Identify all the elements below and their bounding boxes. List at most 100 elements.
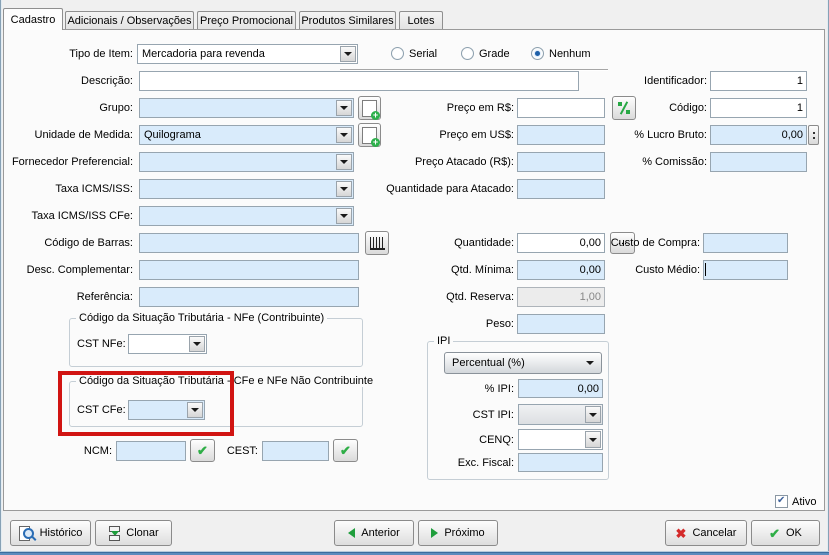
- qtd-reserva-input: [517, 287, 605, 307]
- preco-em-rs-input[interactable]: [517, 98, 605, 118]
- tab-label: Cadastro: [11, 14, 56, 26]
- ativo-checkbox[interactable]: [775, 495, 788, 508]
- nenhum-radio-label: Nenhum: [549, 48, 591, 60]
- grade-radio-label: Grade: [479, 48, 510, 60]
- identificador-input[interactable]: [710, 71, 807, 91]
- desc-complementar-input[interactable]: [139, 260, 359, 280]
- tipo-de-item-value: Mercadoria para revenda: [142, 48, 265, 60]
- separator-line: [340, 69, 608, 70]
- anterior-button[interactable]: Anterior: [334, 520, 414, 546]
- serial-radio[interactable]: [391, 47, 404, 60]
- custo-de-compra-input[interactable]: [703, 233, 788, 253]
- tipo-de-item-label: Tipo de Item:: [0, 48, 133, 60]
- cst-nfe-label: CST NFe:: [77, 338, 126, 350]
- grade-radio[interactable]: [461, 47, 474, 60]
- comissao-input[interactable]: [710, 152, 807, 172]
- cancelar-button-label: Cancelar: [692, 527, 736, 539]
- check-icon: ✔: [197, 444, 208, 457]
- unidade-de-medida-value: Quilograma: [144, 129, 201, 141]
- chevron-down-icon[interactable]: [336, 127, 352, 143]
- nenhum-radio[interactable]: [531, 47, 544, 60]
- taxa-icms-iss-combobox[interactable]: [139, 179, 354, 199]
- identificador-label: Identificador:: [600, 75, 707, 87]
- codigo-de-barras-label: Código de Barras:: [0, 237, 133, 249]
- ok-button[interactable]: ✔ OK: [751, 520, 820, 546]
- ncm-input[interactable]: [116, 441, 186, 461]
- ncm-label: NCM:: [60, 445, 112, 457]
- cst-nfe-group-title: Código da Situação Tributária - NFe (Con…: [76, 312, 327, 324]
- history-magnifier-icon: [19, 526, 34, 541]
- taxa-icms-iss-label: Taxa ICMS/ISS:: [0, 183, 133, 195]
- custo-medio-label: Custo Médio:: [590, 264, 700, 276]
- codigo-input[interactable]: [710, 98, 807, 118]
- taxa-icms-iss-cfe-label: Taxa ICMS/ISS CFe:: [0, 210, 133, 222]
- tab-adicionais-observacoes[interactable]: Adicionais / Observações: [65, 11, 194, 30]
- red-highlight-rectangle: [58, 371, 234, 436]
- lucro-bruto-spinner[interactable]: [808, 125, 819, 145]
- new-page-plus-icon: +: [362, 100, 377, 117]
- pct-ipi-label: % IPI:: [430, 383, 514, 395]
- unidade-de-medida-label: Unidade de Medida:: [0, 129, 133, 141]
- proximo-button[interactable]: Próximo: [418, 520, 498, 546]
- fornecedor-preferencial-label: Fornecedor Preferencial:: [0, 156, 133, 168]
- preco-em-rs-label: Preço em R$:: [380, 102, 514, 114]
- chevron-down-icon[interactable]: [336, 208, 352, 224]
- referencia-input[interactable]: [139, 287, 359, 307]
- add-grupo-button[interactable]: +: [358, 96, 381, 120]
- chevron-down-icon[interactable]: [336, 100, 352, 116]
- ipi-mode-combobox[interactable]: Percentual (%): [444, 352, 602, 374]
- preco-em-uss-label: Preço em US$:: [380, 129, 514, 141]
- cenq-combobox[interactable]: [518, 429, 603, 450]
- grupo-combobox[interactable]: [139, 98, 354, 118]
- cst-ipi-label: CST IPI:: [430, 409, 514, 421]
- cest-input[interactable]: [262, 441, 329, 461]
- historico-button-label: Histórico: [40, 527, 83, 539]
- referencia-label: Referência:: [0, 291, 133, 303]
- ipi-mode-value: Percentual (%): [452, 357, 525, 369]
- exc-fiscal-label: Exc. Fiscal:: [430, 457, 514, 469]
- tab-lotes[interactable]: Lotes: [399, 11, 443, 30]
- cancelar-button[interactable]: ✖ Cancelar: [665, 520, 747, 546]
- chevron-down-icon[interactable]: [585, 406, 601, 423]
- cancel-x-icon: ✖: [676, 527, 687, 540]
- tab-label: Lotes: [408, 15, 435, 27]
- ativo-checkbox-label: Ativo: [792, 496, 816, 508]
- tab-produtos-similares[interactable]: Produtos Similares: [299, 11, 396, 30]
- unidade-de-medida-combobox[interactable]: Quilograma: [139, 125, 354, 145]
- pct-ipi-input[interactable]: [518, 379, 603, 398]
- window-border-bottom: [0, 551, 829, 555]
- descricao-input[interactable]: [139, 71, 579, 91]
- historico-button[interactable]: Histórico: [10, 520, 91, 546]
- cest-validate-button[interactable]: ✔: [333, 439, 358, 462]
- tab-preco-promocional[interactable]: Preço Promocional: [197, 11, 296, 30]
- tab-cadastro[interactable]: Cadastro: [3, 8, 63, 30]
- clonar-button[interactable]: Clonar: [95, 520, 172, 546]
- codigo-de-barras-input[interactable]: [139, 233, 359, 253]
- cst-nfe-combobox[interactable]: [128, 334, 207, 354]
- lucro-bruto-label: % Lucro Bruto:: [590, 129, 707, 141]
- lucro-bruto-input[interactable]: [710, 125, 807, 145]
- ok-button-label: OK: [786, 527, 802, 539]
- chevron-down-icon[interactable]: [585, 431, 601, 448]
- check-icon: ✔: [340, 444, 351, 457]
- quantidade-para-atacado-label: Quantidade para Atacado:: [330, 183, 514, 195]
- taxa-icms-iss-cfe-combobox[interactable]: [139, 206, 354, 226]
- qtd-reserva-label: Qtd. Reserva:: [330, 291, 514, 303]
- desc-complementar-label: Desc. Complementar:: [0, 264, 133, 276]
- ok-check-icon: ✔: [769, 527, 780, 540]
- exc-fiscal-input[interactable]: [518, 453, 603, 472]
- tipo-de-item-combobox[interactable]: Mercadoria para revenda: [137, 44, 358, 64]
- peso-input[interactable]: [517, 314, 605, 334]
- chevron-down-icon: [586, 361, 594, 369]
- spinner-dots-icon: [813, 132, 815, 134]
- add-unidade-button[interactable]: +: [358, 123, 381, 147]
- chevron-down-icon[interactable]: [189, 336, 205, 352]
- chevron-down-icon[interactable]: [340, 46, 356, 62]
- custo-medio-input[interactable]: [703, 260, 788, 280]
- cst-ipi-combobox[interactable]: [518, 404, 603, 425]
- quantidade-para-atacado-input[interactable]: [517, 179, 605, 199]
- fornecedor-preferencial-combobox[interactable]: [139, 152, 354, 172]
- arrow-left-icon: [348, 528, 355, 538]
- grupo-label: Grupo:: [0, 102, 133, 114]
- codigo-label: Código:: [600, 102, 707, 114]
